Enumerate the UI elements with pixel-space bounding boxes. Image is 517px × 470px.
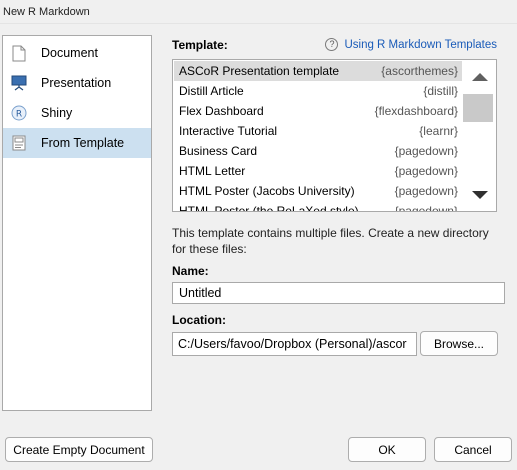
presentation-icon — [11, 74, 27, 92]
sidebar-item-presentation[interactable]: Presentation — [3, 68, 151, 98]
document-icon — [11, 44, 27, 62]
list-item[interactable]: Interactive Tutorial {learnr} — [174, 121, 464, 141]
sidebar-item-shiny[interactable]: R Shiny — [3, 98, 151, 128]
template-label: Template: — [172, 38, 228, 52]
create-empty-document-button[interactable]: Create Empty Document — [5, 437, 153, 462]
sidebar-item-label: Shiny — [41, 106, 73, 120]
template-name: Distill Article — [179, 84, 244, 98]
template-package: {flexdashboard} — [374, 104, 458, 118]
window-title: New R Markdown — [0, 0, 517, 24]
template-name: HTML Letter — [179, 164, 246, 178]
template-package: {pagedown} — [394, 204, 458, 212]
location-input[interactable]: C:/Users/favoo/Dropbox (Personal)/ascor — [172, 332, 417, 356]
sidebar-item-label: Document — [41, 46, 98, 60]
template-name: Flex Dashboard — [179, 104, 264, 118]
help-icon: ? — [325, 38, 339, 51]
template-package: {distill} — [423, 84, 458, 98]
template-info-text: This template contains multiple files. C… — [172, 226, 489, 256]
sidebar-item-document[interactable]: Document — [3, 38, 151, 68]
template-package: {ascorthemes} — [381, 64, 458, 78]
sidebar-item-from-template[interactable]: From Template — [3, 128, 151, 158]
template-package: {pagedown} — [394, 184, 458, 198]
name-input[interactable]: Untitled — [172, 282, 505, 304]
sidebar-item-label: From Template — [41, 136, 125, 150]
location-label: Location: — [172, 313, 226, 327]
ok-button[interactable]: OK — [348, 437, 426, 462]
svg-text:R: R — [16, 110, 22, 120]
template-name: ASCoR Presentation template — [179, 64, 340, 78]
list-item[interactable]: Business Card {pagedown} — [174, 141, 464, 161]
list-item[interactable]: ASCoR Presentation template {ascorthemes… — [174, 61, 464, 81]
name-label: Name: — [172, 264, 209, 278]
template-name: Business Card — [179, 144, 258, 158]
cancel-button[interactable]: Cancel — [434, 437, 512, 462]
list-item[interactable]: HTML Letter {pagedown} — [174, 161, 464, 181]
template-package: {learnr} — [419, 124, 458, 138]
list-item[interactable]: HTML Poster (the ReLaXed style) {pagedow… — [174, 201, 464, 212]
list-item[interactable]: HTML Poster (Jacobs University) {pagedow… — [174, 181, 464, 201]
shiny-icon: R — [11, 104, 27, 122]
list-item[interactable]: Distill Article {distill} — [174, 81, 464, 101]
template-icon — [11, 134, 27, 152]
template-package: {pagedown} — [394, 164, 458, 178]
template-list[interactable]: ASCoR Presentation template {ascorthemes… — [172, 59, 497, 212]
scroll-down-arrow-icon[interactable] — [472, 191, 488, 199]
browse-button[interactable]: Browse... — [420, 331, 498, 356]
template-name: HTML Poster (Jacobs University) — [179, 184, 355, 198]
template-name: Interactive Tutorial — [179, 124, 278, 138]
sidebar: Document Presentation R Shiny From Templ… — [2, 35, 152, 411]
template-list-scrollbar[interactable] — [462, 61, 495, 210]
scrollbar-thumb[interactable] — [463, 94, 493, 122]
sidebar-item-label: Presentation — [41, 76, 112, 90]
template-package: {pagedown} — [394, 144, 458, 158]
list-item[interactable]: Flex Dashboard {flexdashboard} — [174, 101, 464, 121]
scroll-up-arrow-icon[interactable] — [472, 73, 488, 81]
help-link-label: Using R Markdown Templates — [344, 38, 497, 51]
template-name: HTML Poster (the ReLaXed style) — [179, 204, 359, 212]
help-link[interactable]: ? Using R Markdown Templates — [325, 38, 497, 51]
